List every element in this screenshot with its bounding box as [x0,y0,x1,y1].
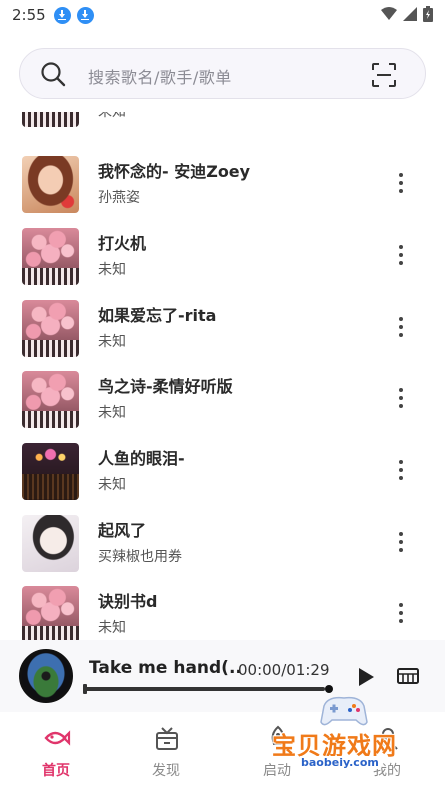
status-indicators [381,6,433,22]
song-artist: 未知 [98,405,126,421]
song-title: 我怀念的- 安迪Zoey [98,162,251,181]
player-time: 00:00/01:29 [238,661,330,679]
song-row[interactable]: 鸟之诗-柔情好听版 未知 [0,371,445,443]
play-icon[interactable] [355,666,377,688]
song-cover [22,586,79,640]
song-title: 人鱼的眼泪- [98,449,185,468]
more-options-icon[interactable] [392,243,410,267]
song-cover [22,156,79,213]
song-row[interactable]: 诀别书d 未知 [0,586,445,640]
search-input[interactable]: 搜索歌名/歌手/歌单 [88,64,232,88]
song-row[interactable]: 人鱼的眼泪- 未知 [0,443,445,515]
song-row[interactable]: 打火机 未知 [0,228,445,300]
nav-label: 首页 [42,763,70,779]
more-options-icon[interactable] [392,315,410,339]
signal-icon [403,7,417,21]
gamepad-logo-icon [320,696,368,726]
song-artist: 未知 [98,477,126,493]
song-artist: 未知 [98,334,126,350]
more-options-icon[interactable] [392,386,410,410]
more-options-icon[interactable] [392,601,410,625]
song-cover [22,228,79,285]
song-artist: 未知 [98,620,126,636]
nav-label: 发现 [152,763,180,779]
progress-start-marker [83,684,87,694]
song-cover [22,443,79,500]
download-notification-icon [76,6,94,24]
song-title: 诀别书d [98,592,158,611]
battery-icon [423,6,433,22]
watermark-url: baobeiy.com [298,756,382,769]
wifi-icon [381,7,397,20]
status-time: 2:55 [12,6,46,24]
song-title: 鸟之诗-柔情好听版 [98,377,233,396]
more-options-icon[interactable] [392,171,410,195]
search-bar[interactable]: 搜索歌名/歌手/歌单 [19,48,426,99]
song-artist: 买辣椒也用券 [98,549,182,565]
download-notification-icon [53,6,71,24]
scan-icon[interactable] [371,62,397,88]
watermark: 宝贝游戏网 baobeiy.com [258,690,436,786]
song-list[interactable]: 未知 我怀念的- 安迪Zoey 孙燕姿 打火机 未知 如果爱忘了-rita 未知… [0,112,445,640]
song-cover [22,371,79,428]
song-title: 打火机 [98,234,147,253]
song-row[interactable]: 起风了 买辣椒也用券 [0,515,445,587]
song-row[interactable]: 未知 [0,112,445,142]
song-cover [22,300,79,357]
song-title: 如果爱忘了-rita [98,306,217,325]
song-title: 起风了 [98,521,147,540]
more-options-icon[interactable] [392,530,410,554]
song-cover [22,112,79,127]
nav-item-home[interactable]: 首页 [16,712,96,791]
playlist-icon[interactable] [397,666,419,686]
gift-box-icon [156,727,178,750]
player-track-title: Take me hand(.. [89,658,242,678]
status-bar: 2:55 [0,0,445,30]
song-cover [22,515,79,572]
more-options-icon[interactable] [392,458,410,482]
song-artist: 未知 [98,262,126,278]
player-album-cover[interactable] [19,649,73,703]
song-row[interactable]: 我怀念的- 安迪Zoey 孙燕姿 [0,156,445,228]
song-row[interactable]: 如果爱忘了-rita 未知 [0,300,445,372]
search-icon[interactable] [40,61,66,87]
song-artist: 孙燕姿 [98,190,140,206]
fish-icon [44,730,71,746]
song-artist: 未知 [98,112,126,120]
nav-item-discover[interactable]: 发现 [126,712,206,791]
